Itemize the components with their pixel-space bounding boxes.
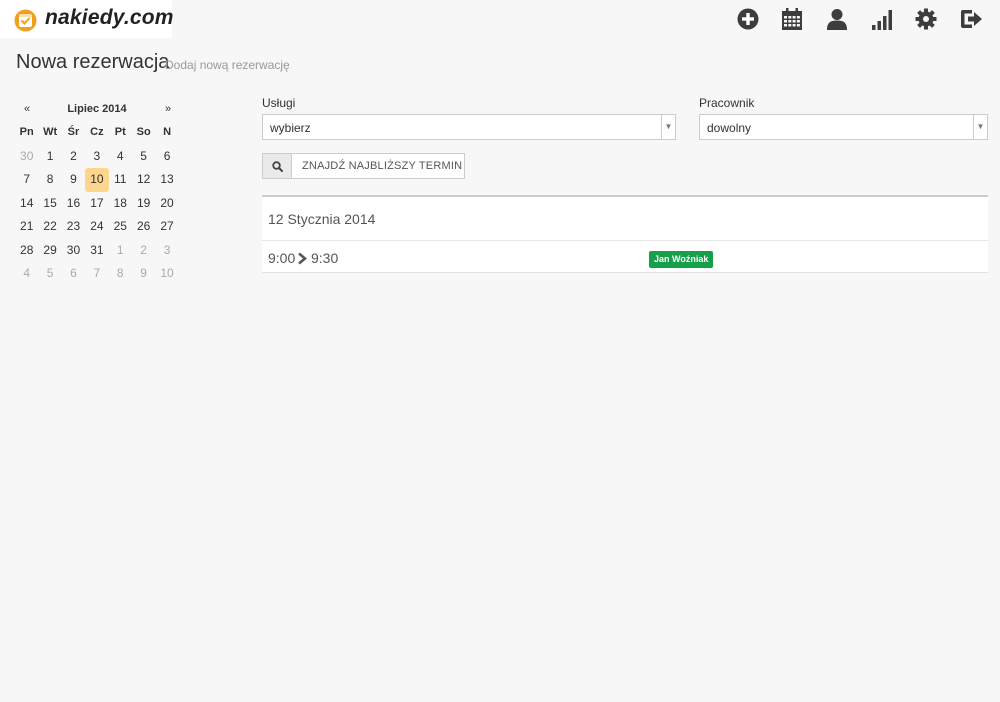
calendar-day[interactable]: 13 [155,168,178,192]
calendar-day[interactable]: 8 [38,168,61,192]
divider [262,240,988,241]
calendar-day[interactable]: 1 [38,145,61,169]
calendar-day[interactable]: 31 [85,239,108,263]
top-bar: nakiedy.com [0,0,1000,38]
add-reservation-button[interactable] [736,7,760,31]
employee-badge[interactable]: Jan Woźniak [649,251,714,268]
calendar-prev-button[interactable]: « [24,103,30,115]
calendar-day[interactable]: 3 [155,239,178,263]
logo-check-icon [14,9,37,32]
calendar-day[interactable]: 26 [132,215,155,239]
find-nearest-slot-button[interactable]: ZNAJDŹ NAJBLIŻSZY TERMIN [262,153,465,179]
calendar-day[interactable]: 9 [62,168,85,192]
calendar-day[interactable]: 17 [85,192,108,216]
services-label: Usługi [262,96,296,110]
calendar-day[interactable]: 6 [155,145,178,169]
calendar-day[interactable]: 7 [15,168,38,192]
weekday-header: N [163,126,172,138]
calendar-day[interactable]: 18 [109,192,132,216]
user-icon [827,9,847,30]
calendar-day[interactable]: 14 [15,192,38,216]
calendar-day[interactable]: 16 [62,192,85,216]
services-select-value: wybierz [270,121,311,135]
calendar-day-today[interactable]: 10 [85,168,109,192]
slot-end-time[interactable]: 9:30 [311,250,338,266]
dropdown-arrow-icon: ▼ [973,115,987,139]
calendar-day[interactable]: 8 [109,262,132,286]
calendar-grid: Pn Wt Śr Cz Pt So N 30 1 2 3 4 5 6 7 8 9 10 11 12 13 14 15 16 17… [15,121,179,286]
calendar-day[interactable]: 12 [132,168,155,192]
calendar-day[interactable]: 11 [109,168,132,192]
statistics-button[interactable] [870,7,894,31]
employee-select-value: dowolny [707,121,752,135]
calendar-day[interactable]: 22 [38,215,61,239]
calendar-day[interactable]: 10 [155,262,178,286]
weekday-header: Pt [114,126,126,138]
calendar-day[interactable]: 29 [38,239,61,263]
stats-bars-icon [872,10,892,30]
calendar-day[interactable]: 9 [132,262,155,286]
date-picker-calendar: « Lipiec 2014 » Pn Wt Śr Cz Pt So N 30 1 2 3 4 5 6 7 8 9… [15,100,179,286]
logout-button[interactable] [959,7,983,31]
services-select[interactable]: wybierz ▼ [262,114,676,140]
calendar-day[interactable]: 4 [109,145,132,169]
dropdown-arrow-icon: ▼ [661,115,675,139]
calendar-day[interactable]: 2 [62,145,85,169]
calendar-day[interactable]: 2 [132,239,155,263]
calendar-next-button[interactable]: » [165,103,171,115]
results-panel: 12 Stycznia 2014 9:00 9:30 Jan Woźniak [262,195,988,273]
calendar-day[interactable]: 24 [85,215,108,239]
calendar-day[interactable]: 28 [15,239,38,263]
calendar-day[interactable]: 5 [132,145,155,169]
calendar-day[interactable]: 30 [15,145,38,169]
weekday-header: So [136,126,151,138]
find-nearest-slot-label: ZNAJDŹ NAJBLIŻSZY TERMIN [302,160,463,172]
chevron-right-icon [298,252,307,265]
employee-label: Pracownik [699,96,755,110]
calendar-day[interactable]: 3 [85,145,108,169]
gear-icon [915,8,937,30]
slot-start-time[interactable]: 9:00 [268,250,295,266]
page-subtitle: Dodaj nową rezerwację [165,58,290,72]
calendar-header: « Lipiec 2014 » [15,100,179,120]
calendar-month-label: Lipiec 2014 [67,103,127,115]
calendar-day[interactable]: 25 [109,215,132,239]
calendar-day[interactable]: 6 [62,262,85,286]
logo[interactable]: nakiedy.com [0,0,174,38]
calendar-icon [782,8,802,30]
weekday-header: Cz [90,126,104,138]
calendar-day[interactable]: 21 [15,215,38,239]
weekday-header: Pn [19,126,34,138]
calendar-day[interactable]: 5 [38,262,61,286]
weekday-header: Śr [67,126,80,138]
calendar-day[interactable]: 19 [132,192,155,216]
calendar-day[interactable]: 30 [62,239,85,263]
logout-icon [961,10,982,28]
calendar-day[interactable]: 4 [15,262,38,286]
logo-text: nakiedy.com [45,6,174,29]
clients-button[interactable] [825,7,849,31]
calendar-day[interactable]: 15 [38,192,61,216]
employee-select[interactable]: dowolny ▼ [699,114,988,140]
calendar-day[interactable]: 7 [85,262,108,286]
plus-circle-icon [737,8,759,30]
settings-button[interactable] [914,7,938,31]
calendar-day[interactable]: 27 [155,215,178,239]
calendar-day[interactable]: 20 [155,192,178,216]
search-icon [263,154,292,178]
calendar-day[interactable]: 23 [62,215,85,239]
calendar-button[interactable] [780,7,804,31]
page-title: Nowa rezerwacja [16,51,170,73]
weekday-header: Wt [43,126,58,138]
calendar-day[interactable]: 1 [109,239,132,263]
result-date-heading: 12 Stycznia 2014 [268,211,376,227]
